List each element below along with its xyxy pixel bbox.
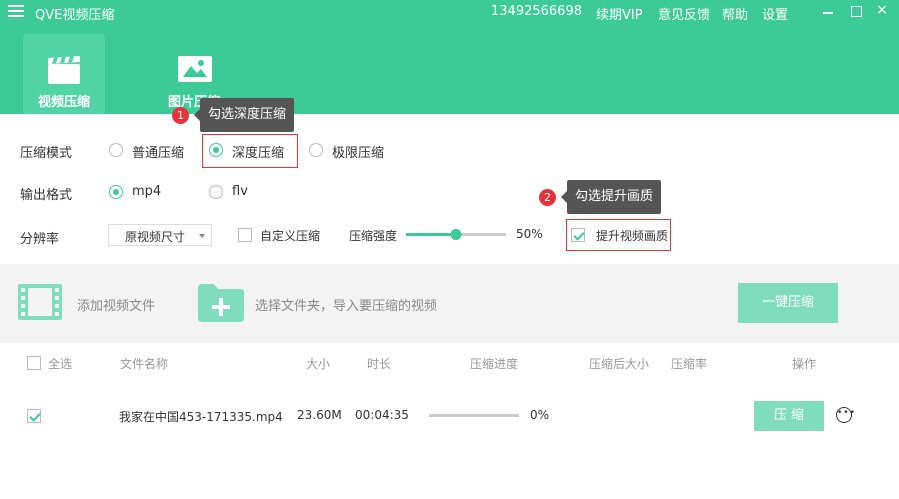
col-duration: 时长 (367, 357, 392, 371)
tooltip-deep-compress: 勾选深度压缩 (193, 98, 295, 132)
radio-normal-compress[interactable] (109, 143, 123, 157)
slider-thumb[interactable] (450, 229, 462, 240)
row-duration: 00:04:35 (355, 408, 409, 422)
compress-strength-value: 50% (516, 227, 543, 241)
resolution-label: 分辨率 (20, 232, 60, 247)
minimize-icon[interactable] (820, 3, 836, 19)
settings-link[interactable]: 设置 (762, 4, 788, 23)
close-icon[interactable]: × (874, 3, 890, 19)
app-title: QVE视频压缩 (35, 8, 115, 23)
feedback-link[interactable]: 意见反馈 (658, 4, 710, 23)
radio-extreme-compress[interactable] (309, 143, 323, 157)
row-checkbox[interactable] (27, 409, 41, 423)
image-icon (178, 56, 212, 82)
add-video-file-link[interactable]: 添加视频文件 (77, 295, 155, 314)
file-toolbar: 添加视频文件 选择文件夹，导入要压缩的视频 一键压缩 (0, 264, 899, 343)
account-phone: 13492566698 (491, 4, 582, 19)
tooltip-enhance-quality: 勾选提升画质 (560, 180, 662, 214)
add-video-film-icon[interactable] (18, 284, 62, 320)
output-format-label: 输出格式 (20, 188, 73, 203)
compress-strength-label: 压缩强度 (349, 229, 398, 243)
help-link[interactable]: 帮助 (722, 4, 748, 23)
add-folder-icon[interactable] (198, 284, 244, 322)
custom-compress-checkbox[interactable] (238, 228, 252, 242)
maximize-icon[interactable] (848, 3, 864, 19)
row-file-name: 我家在中国453-171335.mp4 (119, 410, 283, 424)
enhance-quality-label[interactable]: 提升视频画质 (596, 227, 668, 244)
tab-video-compress-label: 视频压缩 (37, 95, 90, 110)
col-progress: 压缩进度 (470, 357, 519, 371)
radio-flv[interactable] (209, 185, 223, 199)
col-actions: 操作 (792, 357, 817, 371)
compress-strength-slider[interactable] (406, 229, 506, 240)
step-badge-1: 1 (172, 107, 189, 124)
app-header: QVE视频压缩 13492566698 续期VIP 意见反馈 帮助 设置 × 视… (0, 0, 899, 114)
option-deep-compress[interactable]: 深度压缩 (232, 142, 284, 161)
radio-deep-compress[interactable] (209, 143, 223, 157)
option-normal-compress[interactable]: 普通压缩 (132, 142, 184, 161)
tab-video-compress[interactable]: 视频压缩 (23, 34, 105, 114)
select-all-checkbox[interactable] (27, 356, 41, 370)
row-size: 23.60M (297, 408, 342, 422)
col-select-all[interactable]: 全选 (48, 355, 72, 372)
col-file-name: 文件名称 (120, 357, 169, 371)
option-extreme-compress[interactable]: 极限压缩 (332, 142, 384, 161)
resolution-select[interactable]: 原视频尺寸 (108, 224, 212, 246)
title-bar: QVE视频压缩 13492566698 续期VIP 意见反馈 帮助 设置 × (0, 0, 899, 26)
compress-all-button[interactable]: 一键压缩 (738, 283, 838, 323)
row-progress-bar (429, 414, 519, 417)
select-folder-link[interactable]: 选择文件夹，导入要压缩的视频 (255, 295, 437, 314)
more-options-icon[interactable]: ••• (836, 407, 855, 423)
row-compress-button[interactable]: 压 缩 (754, 401, 824, 431)
option-mp4[interactable]: mp4 (132, 184, 161, 199)
film-clapper-icon (48, 56, 80, 84)
col-ratio: 压缩率 (671, 357, 708, 371)
chevron-down-icon (199, 234, 205, 238)
option-flv[interactable]: flv (232, 184, 248, 199)
custom-compress-label[interactable]: 自定义压缩 (260, 227, 320, 244)
row-progress-text: 0% (530, 408, 550, 422)
col-size: 大小 (306, 357, 331, 371)
col-size-after: 压缩后大小 (589, 357, 650, 371)
slider-fill (406, 233, 456, 236)
enhance-quality-checkbox[interactable] (571, 228, 585, 242)
renew-vip-link[interactable]: 续期VIP (596, 4, 643, 23)
radio-mp4[interactable] (109, 185, 123, 199)
step-badge-2: 2 (539, 189, 556, 206)
app-logo-icon (8, 5, 24, 19)
compress-mode-label: 压缩模式 (20, 146, 73, 161)
resolution-select-value: 原视频尺寸 (125, 230, 186, 244)
